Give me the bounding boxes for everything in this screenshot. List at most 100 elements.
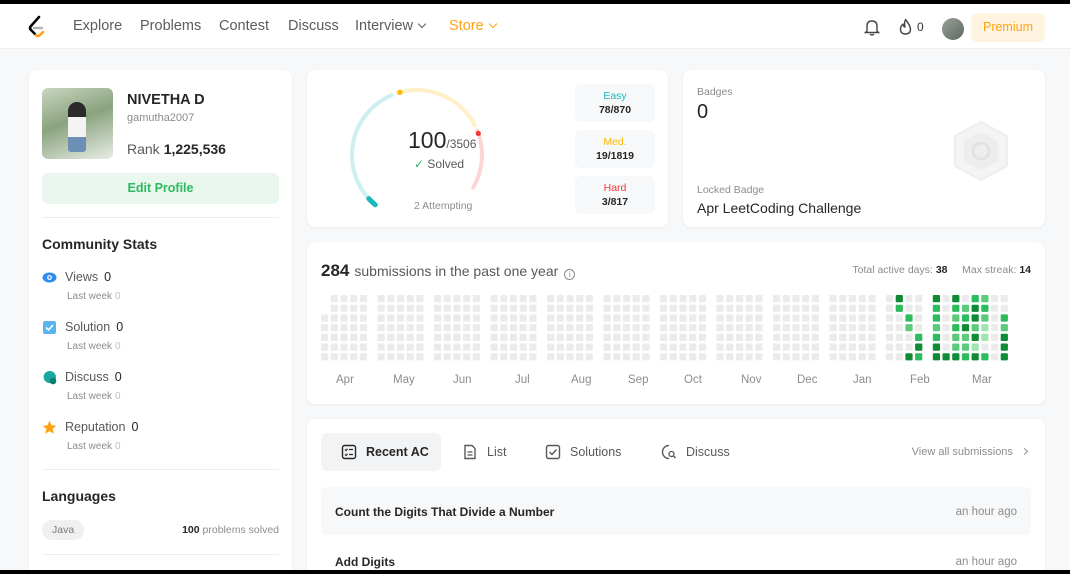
heatmap-cell[interactable] bbox=[679, 353, 687, 361]
leetcode-logo-icon[interactable] bbox=[27, 15, 47, 39]
heatmap-cell[interactable] bbox=[350, 353, 358, 361]
heatmap-cell[interactable] bbox=[340, 324, 348, 332]
heatmap-cell[interactable] bbox=[472, 353, 480, 361]
heatmap-cell[interactable] bbox=[735, 295, 744, 303]
heatmap-cell[interactable] bbox=[613, 353, 621, 361]
heatmap-cell[interactable] bbox=[848, 353, 857, 361]
heatmap-cell[interactable] bbox=[792, 295, 800, 303]
heatmap-cell[interactable] bbox=[932, 324, 940, 332]
heatmap-cell[interactable] bbox=[622, 295, 631, 303]
heatmap-cell[interactable] bbox=[632, 295, 640, 303]
heatmap-cell[interactable] bbox=[350, 343, 358, 351]
heatmap-cell[interactable] bbox=[556, 324, 564, 332]
heatmap-cell[interactable] bbox=[698, 304, 706, 312]
heatmap-cell[interactable] bbox=[472, 295, 480, 303]
difficulty-hard[interactable]: Hard 3/817 bbox=[575, 176, 655, 214]
heatmap-cell[interactable] bbox=[669, 343, 677, 351]
heatmap-cell[interactable] bbox=[886, 314, 894, 322]
heatmap-cell[interactable] bbox=[726, 333, 734, 341]
heatmap-cell[interactable] bbox=[359, 304, 367, 312]
heatmap-cell[interactable] bbox=[622, 343, 631, 351]
heatmap-cell[interactable] bbox=[698, 333, 706, 341]
heatmap-cell[interactable] bbox=[416, 353, 424, 361]
heatmap-cell[interactable] bbox=[330, 304, 338, 312]
heatmap-cell[interactable] bbox=[434, 343, 442, 351]
heatmap-cell[interactable] bbox=[858, 353, 866, 361]
heatmap-cell[interactable] bbox=[932, 343, 940, 351]
heatmap-cell[interactable] bbox=[802, 353, 810, 361]
heatmap-cell[interactable] bbox=[453, 353, 461, 361]
heatmap-cell[interactable] bbox=[566, 333, 574, 341]
heatmap-cell[interactable] bbox=[622, 304, 631, 312]
heatmap-cell[interactable] bbox=[773, 304, 781, 312]
heatmap-cell[interactable] bbox=[359, 343, 367, 351]
heatmap-cell[interactable] bbox=[886, 304, 894, 312]
heatmap-cell[interactable] bbox=[660, 314, 668, 322]
heatmap-cell[interactable] bbox=[858, 304, 866, 312]
heatmap-cell[interactable] bbox=[905, 324, 913, 332]
heatmap-cell[interactable] bbox=[359, 353, 367, 361]
heatmap-cell[interactable] bbox=[755, 324, 763, 332]
heatmap-cell[interactable] bbox=[782, 304, 790, 312]
heatmap-cell[interactable] bbox=[848, 304, 857, 312]
heatmap-cell[interactable] bbox=[698, 314, 706, 322]
heatmap-cell[interactable] bbox=[443, 314, 451, 322]
heatmap-cell[interactable] bbox=[359, 295, 367, 303]
heatmap-cell[interactable] bbox=[981, 304, 989, 312]
heatmap-cell[interactable] bbox=[642, 353, 650, 361]
heatmap-cell[interactable] bbox=[622, 314, 631, 322]
heatmap-cell[interactable] bbox=[981, 343, 989, 351]
nav-contest[interactable]: Contest bbox=[219, 18, 269, 34]
heatmap-cell[interactable] bbox=[991, 353, 999, 361]
heatmap-cell[interactable] bbox=[679, 295, 687, 303]
heatmap-cell[interactable] bbox=[603, 304, 611, 312]
heatmap-cell[interactable] bbox=[991, 304, 999, 312]
heatmap-cell[interactable] bbox=[961, 314, 970, 322]
heatmap-cell[interactable] bbox=[529, 314, 537, 322]
heatmap-cell[interactable] bbox=[613, 324, 621, 332]
heatmap-cell[interactable] bbox=[932, 295, 940, 303]
heatmap-cell[interactable] bbox=[773, 353, 781, 361]
heatmap-cell[interactable] bbox=[566, 295, 574, 303]
heatmap-cell[interactable] bbox=[509, 304, 518, 312]
heatmap-cell[interactable] bbox=[716, 314, 724, 322]
heatmap-cell[interactable] bbox=[377, 353, 385, 361]
heatmap-cell[interactable] bbox=[829, 295, 837, 303]
heatmap-cell[interactable] bbox=[359, 333, 367, 341]
heatmap-cell[interactable] bbox=[490, 304, 498, 312]
heatmap-cell[interactable] bbox=[603, 295, 611, 303]
difficulty-easy[interactable]: Easy 78/870 bbox=[575, 84, 655, 122]
heatmap-cell[interactable] bbox=[782, 314, 790, 322]
heatmap-cell[interactable] bbox=[679, 343, 687, 351]
heatmap-cell[interactable] bbox=[463, 353, 471, 361]
heatmap-cell[interactable] bbox=[660, 295, 668, 303]
heatmap-cell[interactable] bbox=[613, 314, 621, 322]
heatmap-cell[interactable] bbox=[811, 295, 819, 303]
heatmap-cell[interactable] bbox=[529, 343, 537, 351]
heatmap-cell[interactable] bbox=[755, 304, 763, 312]
heatmap-cell[interactable] bbox=[585, 295, 593, 303]
heatmap-cell[interactable] bbox=[971, 324, 979, 332]
heatmap-cell[interactable] bbox=[782, 333, 790, 341]
heatmap-cell[interactable] bbox=[500, 314, 508, 322]
heatmap-cell[interactable] bbox=[613, 304, 621, 312]
heatmap-cell[interactable] bbox=[453, 314, 461, 322]
heatmap-cell[interactable] bbox=[490, 343, 498, 351]
heatmap-cell[interactable] bbox=[576, 333, 584, 341]
heatmap-cell[interactable] bbox=[669, 314, 677, 322]
heatmap-cell[interactable] bbox=[848, 333, 857, 341]
heatmap-cell[interactable] bbox=[556, 295, 564, 303]
heatmap-cell[interactable] bbox=[500, 295, 508, 303]
heatmap-cell[interactable] bbox=[330, 333, 338, 341]
nav-discuss[interactable]: Discuss bbox=[288, 18, 339, 34]
heatmap-cell[interactable] bbox=[782, 324, 790, 332]
heatmap-cell[interactable] bbox=[839, 304, 847, 312]
locked-badge-icon[interactable] bbox=[951, 120, 1011, 182]
heatmap-cell[interactable] bbox=[868, 324, 876, 332]
heatmap-cell[interactable] bbox=[566, 304, 574, 312]
heatmap-cell[interactable] bbox=[603, 333, 611, 341]
heatmap-cell[interactable] bbox=[839, 295, 847, 303]
heatmap-cell[interactable] bbox=[377, 324, 385, 332]
heatmap-cell[interactable] bbox=[566, 343, 574, 351]
heatmap-cell[interactable] bbox=[585, 353, 593, 361]
